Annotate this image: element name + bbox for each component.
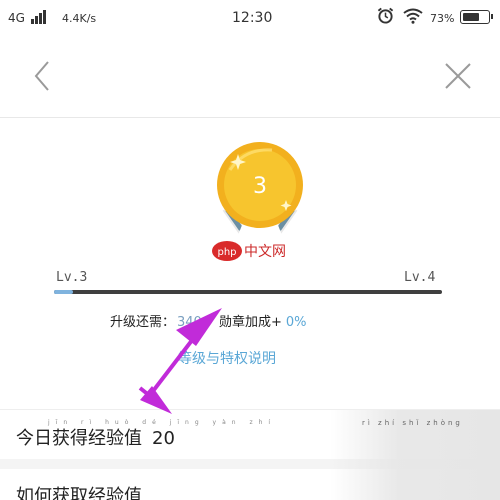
medal-bonus-value: 0% (285, 315, 307, 330)
php-watermark-logo: php 中文网 (212, 241, 286, 261)
svg-text:php: php (217, 247, 236, 258)
battery-percent: 73% (430, 12, 455, 25)
back-chevron-icon[interactable] (28, 58, 58, 94)
battery-icon (460, 10, 493, 24)
status-bar: 4G 4.4K/s 12:30 73% (0, 0, 500, 36)
medal-icon: 3 (217, 142, 303, 239)
how-to-get-exp-row[interactable]: 如何获取经验值 (16, 482, 142, 500)
level-progress-fill (54, 290, 74, 294)
today-exp-label: 今日获得经验值 (16, 428, 142, 449)
wifi-icon (403, 8, 423, 24)
network-speed: 4.4K/s (62, 12, 97, 25)
current-level-label: Lv.3 (56, 270, 88, 285)
how-to-get-exp-label: 如何获取经验值 (16, 486, 142, 500)
svg-text:中文网: 中文网 (244, 244, 286, 260)
today-exp-row: 今日获得经验值 20 (16, 424, 175, 450)
upgrade-info: 升级还需： 340， 勋章加成+ 0% (110, 311, 307, 330)
today-exp-value: 20 (152, 428, 175, 449)
network-type: 4G (8, 11, 25, 25)
level-privilege-link[interactable]: 等级与特权说明 (178, 348, 276, 368)
alarm-icon (377, 7, 394, 24)
next-level-label: Lv.4 (404, 270, 436, 285)
clock: 12:30 (232, 10, 273, 26)
medal-bonus-label: 勋章加成+ (218, 315, 282, 330)
close-icon[interactable] (442, 60, 474, 92)
nav-divider (0, 117, 500, 118)
nav-bar (0, 40, 500, 112)
upgrade-need-value: 340， (177, 315, 215, 330)
level-progress-bar (54, 290, 442, 294)
right-pinyin: rì zhí shǐ zhòng (362, 419, 463, 427)
signal-icon (31, 10, 49, 24)
upgrade-need-label: 升级还需： (110, 315, 176, 330)
medal-level-number: 3 (253, 174, 267, 199)
battery-level-fill (463, 13, 480, 21)
